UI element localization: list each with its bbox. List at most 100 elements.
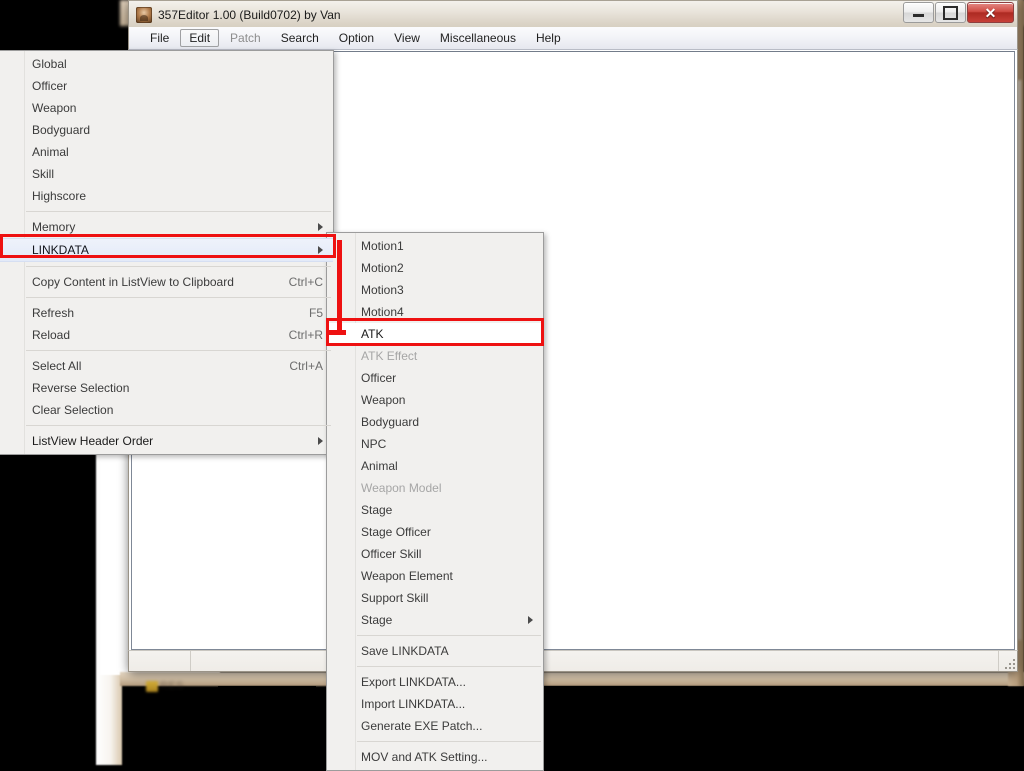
menu-item-linkdata[interactable]: LINKDATA [0, 238, 333, 262]
menubar: File Edit Patch Search Option View Miscellaneo… [128, 27, 1018, 50]
menubar-item-search[interactable]: Search [272, 29, 328, 47]
menu-item-weapon-element[interactable]: Weapon Element [327, 565, 543, 587]
menu-item-label: Animal [32, 145, 69, 159]
menu-item-label: Highscore [32, 189, 87, 203]
menu-item-stage-officer[interactable]: Stage Officer [327, 521, 543, 543]
menu-item-label: Stage [361, 613, 393, 627]
menu-item-animal[interactable]: Animal [327, 455, 543, 477]
menu-item-label: Memory [32, 220, 76, 234]
annotation-connector-vertical [337, 240, 342, 332]
menu-item-label: ATK Effect [361, 349, 418, 363]
resize-grip-dot [1013, 663, 1015, 665]
menu-item-label: Weapon [32, 101, 77, 115]
background-black-panel-right [540, 686, 1024, 765]
menu-item-label: Select All [32, 359, 82, 373]
resize-grip-dot [1005, 667, 1007, 669]
menu-item-animal[interactable]: Animal [0, 141, 333, 163]
menubar-item-help[interactable]: Help [527, 29, 570, 47]
menubar-item-view[interactable]: View [385, 29, 429, 47]
window-titlebar[interactable]: 357Editor 1.00 (Build0702) by Van ✕ [128, 0, 1018, 28]
maximize-button[interactable] [935, 2, 966, 23]
menu-item-label: Weapon Model [361, 481, 442, 495]
minimize-button[interactable] [903, 2, 934, 23]
menubar-item-option[interactable]: Option [330, 29, 383, 47]
annotation-connector-horizontal [326, 330, 346, 335]
menu-item-reverse-selection[interactable]: Reverse Selection [0, 377, 333, 399]
menu-item-officer[interactable]: Officer [327, 367, 543, 389]
menubar-item-edit[interactable]: Edit [180, 29, 220, 47]
menu-item-clear-selection[interactable]: Clear Selection [0, 399, 333, 421]
menu-item-skill[interactable]: Skill [0, 163, 333, 185]
menu-item-label: Import LINKDATA... [361, 697, 466, 711]
menu-separator [357, 666, 541, 667]
menu-item-label: Support Skill [361, 591, 429, 605]
menu-item-shortcut: Ctrl+A [289, 359, 323, 373]
menubar-item-patch: Patch [230, 31, 261, 45]
menu-item-listview-header-order[interactable]: ListView Header Order [0, 430, 333, 452]
menu-item-reload[interactable]: Reload Ctrl+R [0, 324, 333, 346]
menu-item-label: ATK [361, 327, 384, 341]
menu-item-global[interactable]: Global [0, 53, 333, 75]
menu-item-label: Reload [32, 328, 71, 342]
menu-item-support-skill[interactable]: Support Skill [327, 587, 543, 609]
resize-grip[interactable] [999, 653, 1015, 669]
menu-item-officer[interactable]: Officer [0, 75, 333, 97]
menu-item-import-linkdata[interactable]: Import LINKDATA... [327, 693, 543, 715]
menu-item-label: Generate EXE Patch... [361, 719, 483, 733]
background-black-panel-center [218, 686, 316, 765]
menu-item-stage[interactable]: Stage [327, 499, 543, 521]
chevron-right-icon [318, 246, 323, 254]
menu-item-weapon-model: Weapon Model [327, 477, 543, 499]
statusbar [128, 650, 1018, 672]
menu-item-bodyguard[interactable]: Bodyguard [327, 411, 543, 433]
menu-item-motion4[interactable]: Motion4 [327, 301, 543, 323]
menu-item-motion3[interactable]: Motion3 [327, 279, 543, 301]
linkdata-submenu: Motion1 Motion2 Motion3 Motion4 ATK ATK Effec… [326, 232, 544, 771]
resize-grip-dot [1009, 667, 1011, 669]
menubar-item-miscellaneous[interactable]: Miscellaneous [431, 29, 525, 47]
menu-item-npc[interactable]: NPC [327, 433, 543, 455]
close-button[interactable]: ✕ [967, 2, 1014, 23]
maximize-icon [943, 5, 958, 20]
menu-item-label: Weapon [361, 393, 406, 407]
menu-item-label: Global [32, 57, 67, 71]
resize-grip-dot [1013, 659, 1015, 661]
window-controls: ✕ [903, 2, 1014, 23]
menu-item-label: Bodyguard [361, 415, 420, 429]
menu-item-label: Save LINKDATA [361, 644, 449, 658]
menu-item-bodyguard[interactable]: Bodyguard [0, 119, 333, 141]
menu-item-label: Officer [361, 371, 397, 385]
menu-item-motion1[interactable]: Motion1 [327, 235, 543, 257]
menu-item-officer-skill[interactable]: Officer Skill [327, 543, 543, 565]
menu-item-weapon[interactable]: Weapon [327, 389, 543, 411]
menu-item-generate-exe-patch[interactable]: Generate EXE Patch... [327, 715, 543, 737]
resize-grip-dot [1013, 667, 1015, 669]
menu-item-label: Export LINKDATA... [361, 675, 466, 689]
menu-item-label: Animal [361, 459, 398, 473]
menu-item-label: ListView Header Order [32, 434, 154, 448]
menu-item-refresh[interactable]: Refresh F5 [0, 302, 333, 324]
menu-item-label: Stage [361, 503, 393, 517]
resize-grip-dot [1009, 663, 1011, 665]
menu-item-motion2[interactable]: Motion2 [327, 257, 543, 279]
menu-item-copy-content-in-listview-to-clipboard[interactable]: Copy Content in ListView to Clipboard Ctr… [0, 271, 333, 293]
menu-item-weapon[interactable]: Weapon [0, 97, 333, 119]
menu-item-memory[interactable]: Memory [0, 216, 333, 238]
menu-item-label: MOV and ATK Setting... [361, 750, 488, 764]
window-title: 357Editor 1.00 (Build0702) by Van [158, 7, 341, 22]
menubar-item-file[interactable]: File [141, 29, 178, 47]
menu-item-select-all[interactable]: Select All Ctrl+A [0, 355, 333, 377]
menu-item-stage[interactable]: Stage [327, 609, 543, 631]
menu-item-export-linkdata[interactable]: Export LINKDATA... [327, 671, 543, 693]
menu-item-label: Bodyguard [32, 123, 91, 137]
menu-item-atk[interactable]: ATK [327, 323, 543, 345]
res-label: RES [160, 680, 184, 692]
close-icon: ✕ [984, 4, 997, 21]
menu-item-label: NPC [361, 437, 387, 451]
menu-item-save-linkdata[interactable]: Save LINKDATA [327, 640, 543, 662]
status-cell-1 [129, 651, 191, 671]
menu-item-label: Motion3 [361, 283, 404, 297]
menu-item-highscore[interactable]: Highscore [0, 185, 333, 207]
menu-item-label: Reverse Selection [32, 381, 130, 395]
minimize-icon [913, 14, 924, 17]
